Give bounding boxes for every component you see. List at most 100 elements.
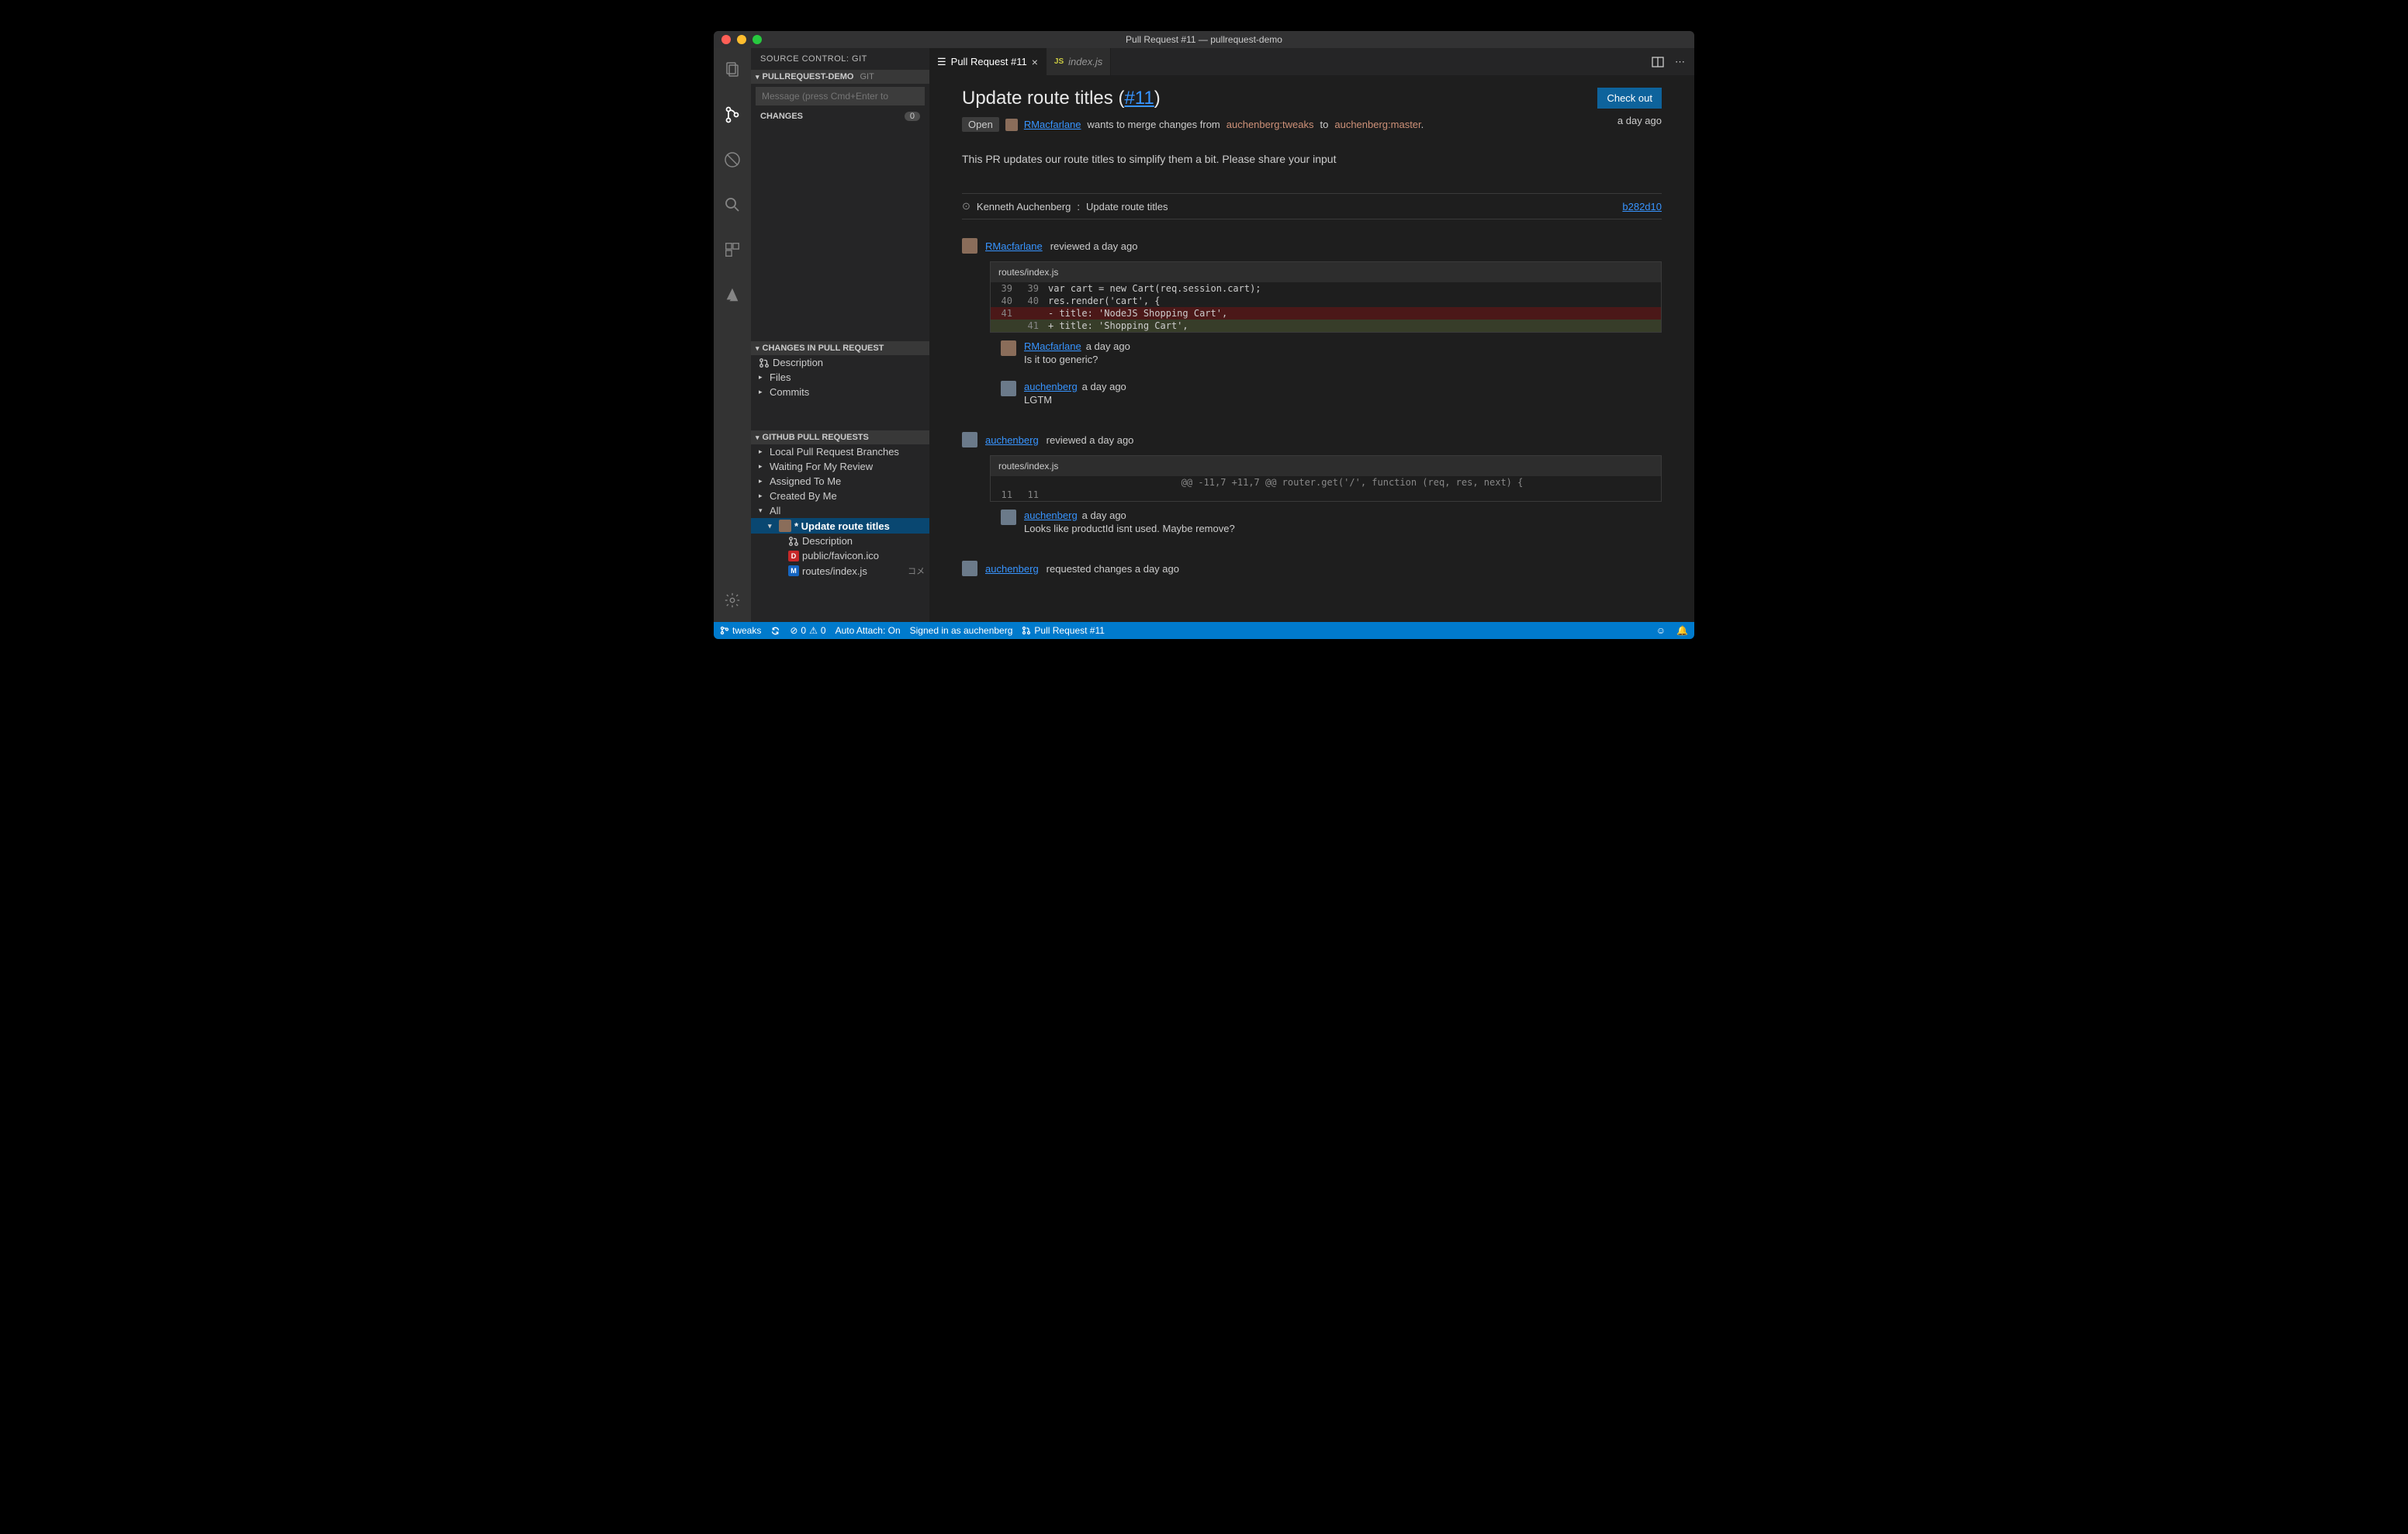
file-status-icon: コメ (908, 565, 925, 577)
search-icon[interactable] (714, 189, 751, 220)
chevron-down-icon: ▾ (756, 344, 759, 353)
auto-attach-indicator[interactable]: Auto Attach: On (836, 625, 901, 636)
extensions-icon[interactable] (714, 234, 751, 265)
timeline-event: auchenberg requested changes a day ago (962, 561, 1662, 576)
author-link[interactable]: RMacfarlane (1024, 119, 1081, 130)
review-comment: auchenberga day ago Looks like productId… (990, 502, 1662, 542)
tab-index-js[interactable]: JS index.js (1047, 48, 1111, 75)
checkout-button[interactable]: Check out (1597, 88, 1662, 109)
tree-item-pr-update-route-titles[interactable]: ▾ * Update route titles (751, 518, 929, 534)
pr-icon (788, 536, 799, 547)
commit-row[interactable]: ⊙ Kenneth Auchenberg: Update route title… (962, 193, 1662, 219)
reviewer-link[interactable]: auchenberg (985, 434, 1039, 446)
tree-label: Created By Me (770, 490, 837, 502)
chevron-right-icon: ▸ (759, 462, 766, 471)
avatar (962, 238, 977, 254)
split-editor-icon[interactable] (1652, 56, 1664, 68)
tab-label: Pull Request #11 (951, 56, 1027, 67)
chevron-right-icon: ▸ (759, 447, 766, 456)
chevron-right-icon: ▸ (759, 477, 766, 485)
diff-table: @@ -11,7 +11,7 @@ router.get('/', functi… (991, 476, 1661, 501)
pr-description: This PR updates our route titles to simp… (962, 153, 1662, 165)
avatar (779, 520, 791, 532)
azure-icon[interactable] (714, 279, 751, 310)
commit-author: Kenneth Auchenberg (977, 201, 1071, 212)
chevron-down-icon: ▾ (759, 506, 766, 515)
comment-time: a day ago (1082, 381, 1126, 392)
tab-bar: ☰ Pull Request #11 × JS index.js ⋯ (929, 48, 1694, 75)
comment-author-link[interactable]: auchenberg (1024, 510, 1078, 521)
tree-label: Description (802, 535, 853, 547)
comment-author-link[interactable]: auchenberg (1024, 381, 1078, 392)
more-actions-icon[interactable]: ⋯ (1675, 56, 1685, 68)
review-action: reviewed a day ago (1047, 434, 1134, 446)
pr-content: Update route titles (#11) Open RMacfarla… (929, 75, 1694, 622)
diff-table: 3939var cart = new Cart(req.session.cart… (991, 282, 1661, 332)
diff-file-path[interactable]: routes/index.js (991, 262, 1661, 282)
sidebar-title: SOURCE CONTROL: GIT (751, 48, 929, 70)
notifications-icon[interactable]: 🔔 (1676, 625, 1688, 636)
avatar (1001, 340, 1016, 356)
titlebar: Pull Request #11 — pullrequest-demo (714, 31, 1694, 48)
pr-icon (759, 358, 770, 368)
review-comment: RMacfarlanea day ago Is it too generic? (990, 333, 1662, 373)
chevron-down-icon: ▾ (768, 522, 776, 530)
github-prs-header[interactable]: ▾ GITHUB PULL REQUESTS (751, 430, 929, 444)
repo-section-header[interactable]: ▾ PULLREQUEST-DEMO GIT (751, 70, 929, 84)
target-branch: auchenberg:master. (1334, 119, 1424, 130)
diff-file-path[interactable]: routes/index.js (991, 456, 1661, 476)
changes-in-pr-header[interactable]: ▾ CHANGES IN PULL REQUEST (751, 341, 929, 355)
diff-box: routes/index.js @@ -11,7 +11,7 @@ router… (990, 455, 1662, 502)
tree-label: routes/index.js (802, 565, 867, 577)
feedback-icon[interactable]: ☺ (1656, 625, 1666, 636)
pr-time: a day ago (1617, 115, 1662, 126)
tree-item-created[interactable]: ▸ Created By Me (751, 489, 929, 503)
comment-body: Is it too generic? (1024, 354, 1130, 365)
comment-author-link[interactable]: RMacfarlane (1024, 340, 1081, 352)
tree-item-favicon[interactable]: D public/favicon.ico (751, 548, 929, 563)
chevron-right-icon: ▸ (759, 492, 766, 500)
chevron-down-icon: ▾ (756, 434, 759, 442)
chevron-right-icon: ▸ (759, 388, 766, 396)
merge-text: to (1320, 119, 1329, 130)
tree-item-files[interactable]: ▸ Files (751, 370, 929, 385)
debug-icon[interactable] (714, 144, 751, 175)
comment-body: LGTM (1024, 394, 1126, 406)
tree-item-commits[interactable]: ▸ Commits (751, 385, 929, 399)
diff-line (1043, 489, 1661, 501)
explorer-icon[interactable] (714, 54, 751, 85)
diff-box: routes/index.js 3939var cart = new Cart(… (990, 261, 1662, 333)
status-bar: tweaks ⊘0 ⚠0 Auto Attach: On Signed in a… (714, 622, 1694, 639)
branch-indicator[interactable]: tweaks (720, 625, 761, 636)
tree-item-local-branches[interactable]: ▸Local Pull Request Branches (751, 444, 929, 459)
scm-icon[interactable] (714, 99, 751, 130)
signed-in-indicator[interactable]: Signed in as auchenberg (910, 625, 1013, 636)
tree-label: Assigned To Me (770, 475, 841, 487)
avatar (962, 561, 977, 576)
tree-item-all[interactable]: ▾ All (751, 503, 929, 518)
pr-number-link[interactable]: #11 (1124, 88, 1154, 109)
settings-gear-icon[interactable] (714, 585, 751, 616)
commit-message: Update route titles (1086, 201, 1168, 212)
tree-item-assigned[interactable]: ▸ Assigned To Me (751, 474, 929, 489)
tree-item-pr-description[interactable]: Description (751, 534, 929, 548)
commit-message-input[interactable] (756, 87, 925, 105)
chevron-right-icon: ▸ (759, 373, 766, 382)
pr-context-indicator[interactable]: Pull Request #11 (1022, 625, 1105, 636)
tree-item-waiting-review[interactable]: ▸Waiting For My Review (751, 459, 929, 474)
app-window: Pull Request #11 — pullrequest-demo (714, 31, 1694, 639)
close-icon[interactable]: × (1032, 56, 1038, 68)
tab-pull-request[interactable]: ☰ Pull Request #11 × (929, 48, 1047, 75)
tree-label: All (770, 505, 780, 517)
list-icon: ☰ (937, 56, 946, 68)
event-action: requested changes a day ago (1047, 563, 1179, 575)
sync-button[interactable] (770, 626, 780, 636)
reviewer-link[interactable]: RMacfarlane (985, 240, 1043, 252)
problems-indicator[interactable]: ⊘0 ⚠0 (790, 625, 825, 636)
tree-item-index-js[interactable]: M routes/index.js コメ (751, 563, 929, 579)
tab-label: index.js (1068, 56, 1102, 67)
avatar (962, 432, 977, 447)
tree-item-description[interactable]: Description (751, 355, 929, 370)
commit-sha-link[interactable]: b282d10 (1622, 201, 1662, 212)
event-user-link[interactable]: auchenberg (985, 563, 1039, 575)
